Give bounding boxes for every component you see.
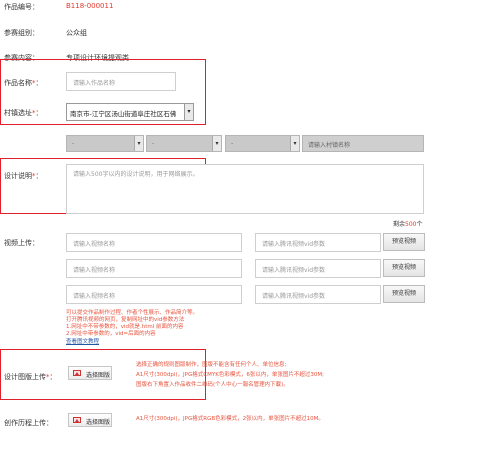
- design-board-label: 设计图版上传*：: [4, 372, 57, 382]
- village-select[interactable]: 南京市-江宁区汤山街道阜庄社区石佛 ▾: [66, 103, 194, 121]
- district-select[interactable]: - ▾: [225, 135, 300, 152]
- province-select-value: -: [72, 140, 75, 147]
- tutorial-link[interactable]: 查看图文教程: [66, 339, 99, 346]
- description-label-text: 设计说明: [4, 172, 32, 180]
- city-select-value: -: [152, 140, 155, 147]
- chevron-down-icon[interactable]: ▾: [134, 136, 143, 151]
- video-name-input[interactable]: 请输入视频名称: [66, 285, 242, 304]
- work-name-label: 作品名称*：: [4, 78, 43, 88]
- chevron-down-icon[interactable]: ▾: [212, 136, 221, 151]
- village-label-text: 村镇选址: [4, 109, 32, 117]
- process-upload-label: 创作历程上传：: [4, 419, 53, 427]
- video-vid-input[interactable]: 请输入腾讯视频vid参数: [255, 285, 381, 304]
- village-select-value: 南京市-江宁区汤山街道阜庄社区石佛: [70, 110, 177, 118]
- char-counter: 剩余500个: [393, 219, 422, 228]
- process-hint: A1尺寸(300dpi)，JPG格式RGB色彩模式，2张以内，单张图片不超过10…: [136, 416, 324, 422]
- preview-video-button[interactable]: 预览视频: [383, 259, 425, 277]
- work-number-label: 作品编号：: [4, 3, 39, 11]
- image-upload-icon: [73, 417, 81, 423]
- video-upload-label: 视频上传：: [4, 239, 39, 247]
- select-process-image-button-label: 选择图版: [86, 419, 111, 426]
- video-vid-input[interactable]: 请输入腾讯视频vid参数: [255, 233, 381, 252]
- group-label: 参赛组别：: [4, 29, 39, 37]
- colon: ：: [35, 172, 43, 180]
- province-select[interactable]: - ▾: [66, 135, 144, 152]
- video-name-input[interactable]: 请输入视频名称: [66, 233, 242, 252]
- design-board-hint-line: 选择正确的规则图版制作，图版不能含有任何个人、单位信息;: [136, 362, 287, 368]
- description-label: 设计说明*：: [4, 171, 43, 181]
- chevron-down-icon[interactable]: ▾: [184, 104, 193, 120]
- select-design-board-button[interactable]: 选择图版: [68, 366, 112, 380]
- design-board-label-text: 设计图版上传: [4, 373, 46, 381]
- design-board-hint-line: A1尺寸(300dpi)，JPG格式CMYK色彩模式，6张以内，单张图片不超过3…: [136, 372, 324, 378]
- colon: ：: [49, 373, 57, 381]
- image-upload-icon: [73, 370, 81, 376]
- video-name-input[interactable]: 请输入视频名称: [66, 259, 242, 278]
- design-board-hint-line: 图版右下角置入作品收件二维码(个人中心一報名管理内下載)。: [136, 382, 289, 388]
- work-number-value: B118-000011: [66, 2, 114, 10]
- select-design-board-button-label: 选择图版: [86, 372, 111, 379]
- district-select-value: -: [231, 140, 234, 147]
- description-textarea[interactable]: 请输入500字以内的设计说明，用于网络展示。: [66, 164, 424, 214]
- char-counter-prefix: 剩余: [393, 221, 406, 228]
- video-vid-input[interactable]: 请输入腾讯视频vid参数: [255, 259, 381, 278]
- city-select[interactable]: - ▾: [146, 135, 222, 152]
- chevron-down-icon[interactable]: ▾: [290, 136, 299, 151]
- preview-video-button[interactable]: 预览视频: [383, 233, 425, 251]
- colon: ：: [35, 79, 43, 87]
- colon: ：: [35, 109, 43, 117]
- village-label: 村镇选址*：: [4, 108, 43, 118]
- work-name-label-text: 作品名称: [4, 79, 32, 87]
- select-process-image-button[interactable]: 选择图版: [68, 413, 112, 427]
- video-hint-line: 可以提交作品制作过程、作者个性展示、作品简介等。: [66, 310, 199, 316]
- work-name-input[interactable]: 请输入作品名称: [66, 72, 176, 91]
- video-hint-line: 1.网址中不带参数的，vid就是.html 前面的内容: [66, 324, 184, 330]
- video-hint-line: 2.网址中带参数的，vid=后面的内容: [66, 331, 156, 337]
- preview-video-button[interactable]: 预览视频: [383, 285, 425, 303]
- village-name-input[interactable]: 请输入村镇名称: [302, 135, 424, 152]
- group-value: 公众组: [66, 29, 87, 37]
- char-counter-suffix: 个: [416, 221, 423, 228]
- char-counter-value: 500: [405, 221, 417, 228]
- video-hint-line: 打开腾讯视频的网页，复制网址中的vid参数方法: [66, 317, 185, 323]
